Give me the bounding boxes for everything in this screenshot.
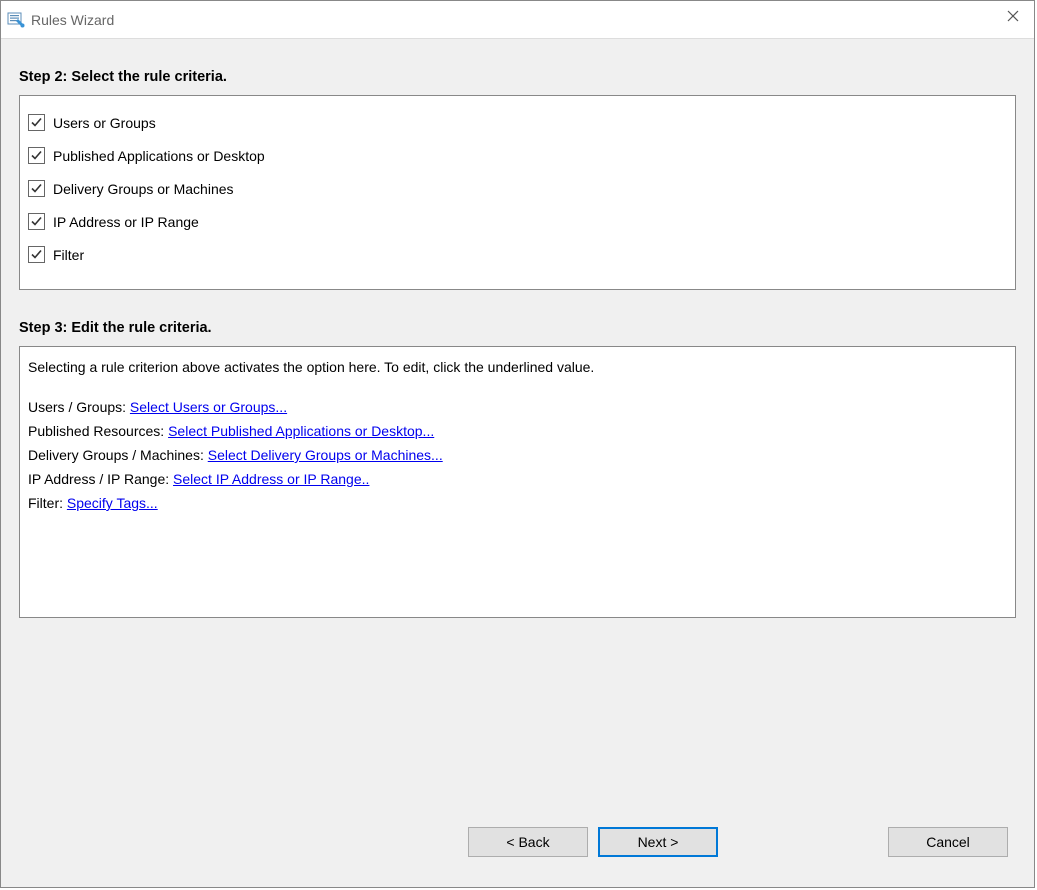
link-specify-tags[interactable]: Specify Tags... — [67, 495, 158, 511]
app-icon — [7, 11, 25, 29]
button-bar: < Back Next > Cancel — [19, 815, 1016, 869]
edit-row-ip: IP Address / IP Range: Select IP Address… — [28, 467, 1007, 491]
link-select-users-groups[interactable]: Select Users or Groups... — [130, 399, 287, 415]
checkbox-filter[interactable] — [28, 246, 45, 263]
edit-prefix: Published Resources: — [28, 423, 168, 439]
checkbox-ip[interactable] — [28, 213, 45, 230]
edit-panel: Selecting a rule criterion above activat… — [19, 346, 1016, 618]
edit-help-text: Selecting a rule criterion above activat… — [28, 357, 1007, 375]
edit-row-filter: Filter: Specify Tags... — [28, 491, 1007, 515]
criteria-row-delivery-groups: Delivery Groups or Machines — [28, 172, 1007, 205]
criteria-label: IP Address or IP Range — [53, 214, 199, 230]
close-icon — [1007, 10, 1019, 22]
checkbox-users-groups[interactable] — [28, 114, 45, 131]
edit-prefix: Delivery Groups / Machines: — [28, 447, 208, 463]
content-area: Step 2: Select the rule criteria. Users … — [1, 39, 1034, 887]
checkbox-delivery-groups[interactable] — [28, 180, 45, 197]
criteria-label: Published Applications or Desktop — [53, 148, 265, 164]
back-button[interactable]: < Back — [468, 827, 588, 857]
criteria-label: Users or Groups — [53, 115, 156, 131]
checkbox-published-apps[interactable] — [28, 147, 45, 164]
rules-wizard-window: Rules Wizard Step 2: Select the rule cri… — [0, 0, 1035, 888]
criteria-panel: Users or Groups Published Applications o… — [19, 95, 1016, 290]
criteria-row-published-apps: Published Applications or Desktop — [28, 139, 1007, 172]
step3-heading: Step 3: Edit the rule criteria. — [19, 320, 1016, 336]
check-icon — [30, 248, 43, 261]
check-icon — [30, 149, 43, 162]
criteria-label: Filter — [53, 247, 84, 263]
titlebar: Rules Wizard — [1, 1, 1034, 39]
edit-prefix: Users / Groups: — [28, 399, 130, 415]
link-select-published-apps[interactable]: Select Published Applications or Desktop… — [168, 423, 434, 439]
window-title: Rules Wizard — [31, 12, 114, 28]
link-select-delivery-groups[interactable]: Select Delivery Groups or Machines... — [208, 447, 443, 463]
check-icon — [30, 116, 43, 129]
link-select-ip[interactable]: Select IP Address or IP Range.. — [173, 471, 369, 487]
edit-prefix: IP Address / IP Range: — [28, 471, 173, 487]
check-icon — [30, 182, 43, 195]
check-icon — [30, 215, 43, 228]
edit-row-delivery: Delivery Groups / Machines: Select Deliv… — [28, 443, 1007, 467]
close-button[interactable] — [992, 1, 1034, 31]
criteria-row-ip: IP Address or IP Range — [28, 205, 1007, 238]
criteria-row-users-groups: Users or Groups — [28, 106, 1007, 139]
cancel-button[interactable]: Cancel — [888, 827, 1008, 857]
edit-prefix: Filter: — [28, 495, 67, 511]
criteria-label: Delivery Groups or Machines — [53, 181, 234, 197]
criteria-row-filter: Filter — [28, 238, 1007, 271]
next-button[interactable]: Next > — [598, 827, 718, 857]
edit-row-published: Published Resources: Select Published Ap… — [28, 419, 1007, 443]
edit-row-users: Users / Groups: Select Users or Groups..… — [28, 395, 1007, 419]
step2-heading: Step 2: Select the rule criteria. — [19, 69, 1016, 85]
